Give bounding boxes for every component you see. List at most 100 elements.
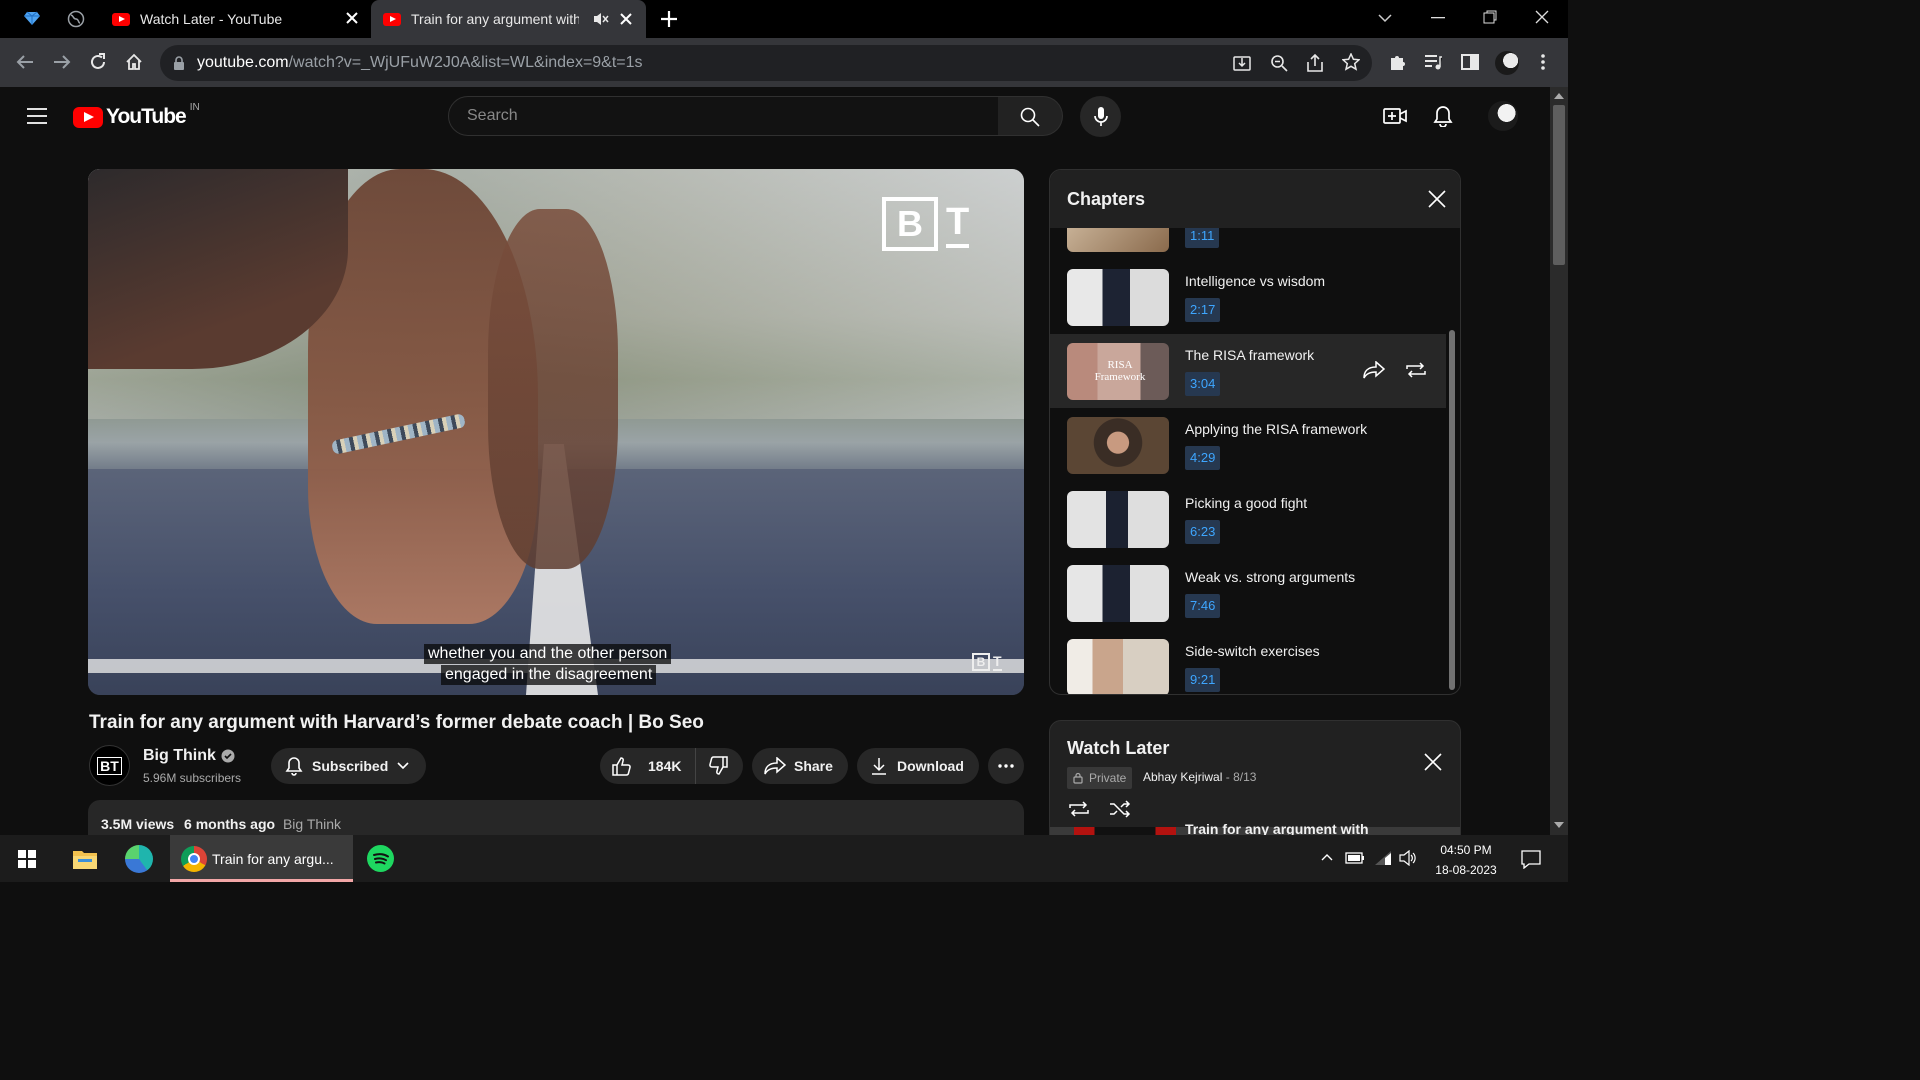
channel-watermark-small[interactable]: B BT T bbox=[972, 653, 1002, 671]
create-video-icon[interactable] bbox=[1383, 107, 1407, 125]
minimize-window-icon[interactable] bbox=[1431, 17, 1445, 19]
scrollbar-thumb[interactable] bbox=[1553, 105, 1565, 265]
account-avatar[interactable] bbox=[1488, 101, 1518, 131]
chapter-item[interactable]: Side-switch exercises 9:21 bbox=[1050, 630, 1446, 694]
chapter-timestamp[interactable]: 4:29 bbox=[1185, 446, 1221, 470]
restore-window-icon[interactable] bbox=[1483, 10, 1497, 24]
edge-browser-icon[interactable] bbox=[125, 845, 153, 873]
lock-icon[interactable] bbox=[173, 56, 185, 70]
share-button[interactable]: Share bbox=[752, 748, 848, 784]
tab-search-chevron-icon[interactable] bbox=[1378, 13, 1392, 23]
watch-later-heading[interactable]: Watch Later bbox=[1067, 738, 1169, 759]
chapter-item[interactable]: Picking a good fight 6:23 bbox=[1050, 482, 1446, 556]
download-button[interactable]: Download bbox=[857, 748, 979, 784]
volume-icon[interactable] bbox=[1399, 850, 1417, 866]
new-tab-plus-icon[interactable] bbox=[660, 10, 678, 28]
chapter-item[interactable]: Weak vs. strong arguments 7:46 bbox=[1050, 556, 1446, 630]
close-tab-icon[interactable] bbox=[344, 10, 360, 26]
playlist-item-title: Train for any argument with bbox=[1185, 821, 1369, 835]
search-icon bbox=[1020, 107, 1040, 127]
page-scrollbar[interactable] bbox=[1550, 87, 1568, 835]
subscriber-count: 5.96M subscribers bbox=[143, 771, 242, 785]
tab-current-video[interactable]: Train for any argument with H bbox=[371, 0, 646, 38]
url-text[interactable]: youtube.com/watch?v=_WjUFuW2J0A&list=WL&… bbox=[197, 54, 643, 72]
media-queue-icon[interactable] bbox=[1424, 53, 1442, 71]
chapter-thumbnail: RISA Framework bbox=[1067, 343, 1169, 400]
channel-name[interactable]: Big Think bbox=[143, 747, 235, 765]
microphone-icon bbox=[1093, 106, 1109, 128]
video-player[interactable]: B T B BT T whether you and the other per… bbox=[88, 169, 1024, 695]
pinned-tab-globe-icon[interactable] bbox=[67, 10, 85, 28]
share-page-icon[interactable] bbox=[1306, 54, 1324, 72]
extensions-puzzle-icon[interactable] bbox=[1389, 53, 1407, 71]
bookmark-star-icon[interactable] bbox=[1342, 53, 1360, 71]
clock-time: 04:50 PM bbox=[1440, 843, 1492, 857]
scroll-up-arrow-icon[interactable] bbox=[1554, 93, 1564, 99]
close-window-icon[interactable] bbox=[1535, 10, 1549, 24]
search-input[interactable]: Search bbox=[448, 96, 999, 136]
view-count: 3.5M views bbox=[101, 816, 175, 832]
chapter-title: Picking a good fight bbox=[1185, 495, 1308, 511]
more-actions-button[interactable] bbox=[988, 748, 1024, 784]
youtube-logo[interactable]: YouTube IN bbox=[73, 102, 200, 129]
chapter-timestamp[interactable]: 7:46 bbox=[1185, 594, 1221, 618]
upload-age: 6 months ago bbox=[184, 816, 276, 832]
chapter-thumbnail bbox=[1067, 417, 1169, 474]
url-path: /watch?v=_WjUFuW2J0A&list=WL&index=9&t=1… bbox=[288, 54, 643, 71]
subscribed-button[interactable]: Subscribed bbox=[271, 748, 426, 784]
close-tab-icon[interactable] bbox=[618, 11, 634, 27]
chapters-scrollbar[interactable] bbox=[1449, 330, 1455, 690]
search-button[interactable] bbox=[998, 96, 1063, 136]
chapter-timestamp[interactable]: 6:23 bbox=[1185, 520, 1221, 544]
close-playlist-icon[interactable] bbox=[1424, 753, 1442, 771]
chapter-loop-icon[interactable] bbox=[1405, 361, 1427, 379]
description-channel-tag[interactable]: Big Think bbox=[283, 816, 341, 832]
profile-avatar[interactable] bbox=[1495, 51, 1519, 75]
chapter-item[interactable]: Applying the RISA framework 4:29 bbox=[1050, 408, 1446, 482]
windows-start-icon[interactable] bbox=[18, 850, 36, 868]
playlist-item-current[interactable]: Train for any argument with bbox=[1050, 821, 1460, 835]
file-explorer-icon[interactable] bbox=[72, 848, 98, 870]
side-panel-icon[interactable] bbox=[1461, 53, 1479, 71]
browser-menu-icon[interactable] bbox=[1540, 53, 1546, 71]
playlist-owner[interactable]: Abhay Kejriwal bbox=[1143, 770, 1222, 784]
chapter-timestamp[interactable]: 9:21 bbox=[1185, 668, 1221, 692]
description-box[interactable]: 3.5M views 6 months ago Big Think bbox=[88, 800, 1024, 835]
battery-icon[interactable] bbox=[1345, 851, 1365, 865]
shuffle-playlist-icon[interactable] bbox=[1109, 800, 1131, 818]
diamond-extension-icon[interactable] bbox=[24, 10, 40, 26]
channel-avatar[interactable]: BT bbox=[89, 745, 130, 786]
chapter-timestamp[interactable]: 3:04 bbox=[1185, 372, 1221, 396]
clock[interactable]: 04:50 PM 18-08-2023 bbox=[1424, 840, 1508, 880]
tab-watch-later[interactable]: Watch Later - YouTube bbox=[100, 0, 368, 38]
notification-center-icon[interactable] bbox=[1521, 849, 1541, 869]
lock-icon bbox=[1073, 772, 1083, 784]
dislike-button[interactable] bbox=[696, 756, 728, 776]
chapter-timestamp[interactable]: 2:17 bbox=[1185, 298, 1221, 322]
guide-menu-icon[interactable] bbox=[27, 108, 47, 124]
zoom-icon[interactable] bbox=[1270, 54, 1288, 72]
watch-later-panel: Watch Later Private Abhay Kejriwal - 8/1… bbox=[1049, 720, 1461, 835]
close-chapters-icon[interactable] bbox=[1428, 190, 1446, 208]
reload-icon[interactable] bbox=[89, 53, 107, 71]
back-arrow-icon[interactable] bbox=[16, 54, 34, 70]
chevron-down-icon bbox=[397, 762, 409, 770]
address-bar[interactable]: youtube.com/watch?v=_WjUFuW2J0A&list=WL&… bbox=[160, 45, 1372, 81]
voice-search-button[interactable] bbox=[1080, 96, 1121, 137]
spotify-icon[interactable] bbox=[367, 845, 394, 872]
chrome-taskbar-item[interactable]: Train for any argu... bbox=[170, 835, 353, 882]
scroll-down-arrow-icon[interactable] bbox=[1554, 822, 1564, 828]
install-app-icon[interactable] bbox=[1233, 54, 1251, 72]
tab-audio-muted-icon[interactable] bbox=[593, 12, 609, 26]
forward-arrow-icon[interactable] bbox=[53, 54, 71, 70]
like-button[interactable]: 184K bbox=[600, 748, 696, 784]
home-icon[interactable] bbox=[125, 53, 143, 71]
chapter-item[interactable]: Intelligence vs wisdom 2:17 bbox=[1050, 260, 1446, 334]
loop-playlist-icon[interactable] bbox=[1068, 800, 1090, 818]
caption-line-2: engaged in the disagreement bbox=[441, 665, 657, 685]
tray-overflow-chevron-icon[interactable] bbox=[1321, 853, 1333, 861]
chapter-share-icon[interactable] bbox=[1363, 361, 1385, 379]
chapter-item-active[interactable]: RISA Framework The RISA framework 3:04 bbox=[1050, 334, 1446, 408]
notifications-bell-icon[interactable] bbox=[1433, 105, 1453, 127]
wifi-icon[interactable] bbox=[1374, 850, 1392, 866]
